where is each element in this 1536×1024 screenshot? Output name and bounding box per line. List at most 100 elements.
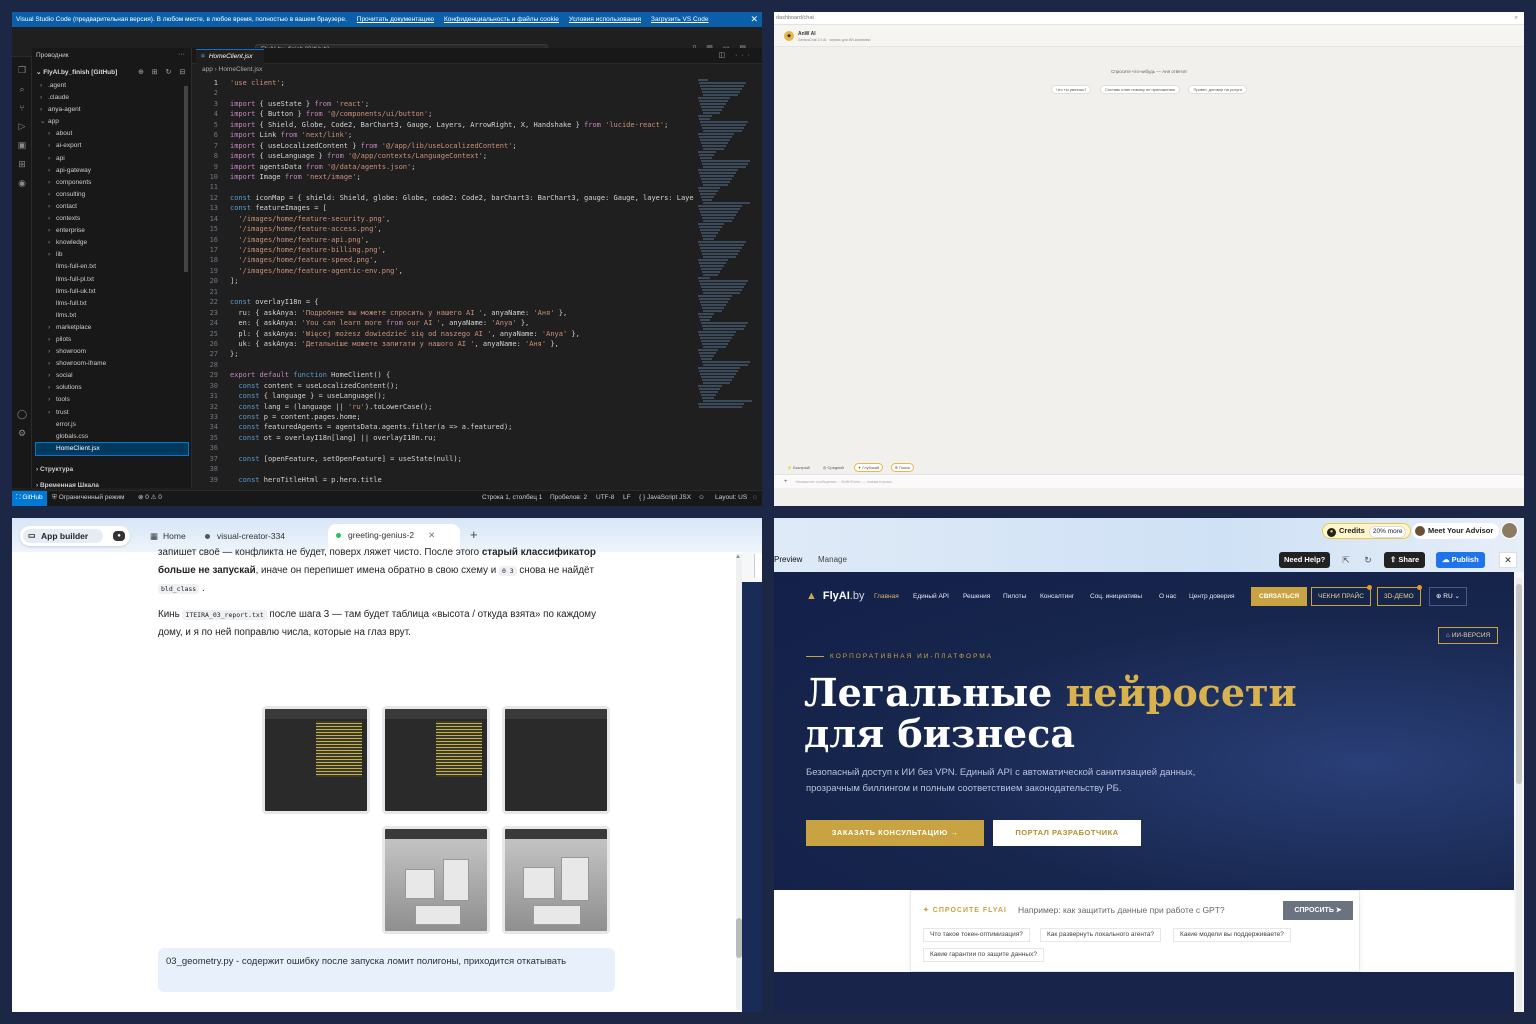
remote-icon[interactable]: ⊞ xyxy=(12,159,32,170)
file-tree-item[interactable]: HomeClient.jsx xyxy=(35,441,189,456)
message-input[interactable]: + Напишите сообщение... Shift+Enter — нов… xyxy=(774,474,1524,488)
code-line[interactable]: 35 const ot = overlayI18n[lang] || overl… xyxy=(192,433,697,443)
minimap[interactable] xyxy=(698,78,754,488)
file-tree-item[interactable]: › about xyxy=(36,128,188,140)
code-line[interactable]: 16 '/images/home/feature-api.png', xyxy=(192,235,697,245)
model-search[interactable]: ⊕ Поиск xyxy=(890,463,915,472)
code-line[interactable]: 13 const featureImages = [ xyxy=(192,203,697,213)
need-help-button[interactable]: Need Help? xyxy=(1279,552,1331,568)
code-line[interactable]: 6 import Link from 'next/link'; xyxy=(192,130,697,140)
run-debug-icon[interactable]: ▷ xyxy=(12,121,32,132)
account-icon[interactable]: ◯ xyxy=(12,409,32,420)
code-line[interactable]: 1 'use client'; xyxy=(192,78,697,88)
source-control-icon[interactable]: ⑂ xyxy=(12,103,32,113)
more-actions-icon[interactable]: ··· xyxy=(178,51,185,58)
file-tree-item[interactable]: › .claude xyxy=(36,92,188,104)
code-line[interactable]: 36 xyxy=(192,443,697,453)
file-tree-item[interactable]: › pilots xyxy=(36,334,188,346)
file-tree-item[interactable]: llms-full.txt xyxy=(36,298,188,310)
code-line[interactable]: 4 import { Button } from '@/components/ui… xyxy=(192,109,697,119)
problems-indicator[interactable]: ⊗ 0 ⚠ 0 xyxy=(138,491,162,505)
file-tree-item[interactable]: › anya-agent xyxy=(36,104,188,116)
explorer-icon[interactable]: ❐ xyxy=(12,65,32,76)
code-line[interactable]: 7 import { useLocalizedContent } from '@/… xyxy=(192,141,697,151)
nav-consulting[interactable]: Консалтинг xyxy=(1040,593,1074,600)
file-tree-item[interactable]: › enterprise xyxy=(36,225,188,237)
flyai-logo[interactable]: ▲ FlyAI.by xyxy=(806,590,864,602)
banner-docs-link[interactable]: Прочитать документацию xyxy=(357,16,434,23)
banner-close-icon[interactable]: ✕ xyxy=(750,14,758,25)
banner-privacy-link[interactable]: Конфиденциальность и файлы cookie xyxy=(444,16,559,23)
sidebar-scrollbar[interactable] xyxy=(184,86,188,272)
settings-gear-icon[interactable]: ⚙ xyxy=(12,428,32,439)
model-deep[interactable]: ✦ Глубокий xyxy=(853,463,884,472)
app-builder-toggle[interactable]: ▭ App builder ● xyxy=(20,526,130,546)
attachment-screenshot[interactable] xyxy=(382,706,490,814)
file-tree-item[interactable]: ⌄ app xyxy=(36,116,188,128)
code-line[interactable]: 21 xyxy=(192,287,697,297)
code-line[interactable]: 20]; xyxy=(192,276,697,286)
code-line[interactable]: 38 xyxy=(192,464,697,474)
attachment-screenshot[interactable] xyxy=(502,826,610,934)
suggestion-chip[interactable]: Составь план новому по приложению xyxy=(1099,85,1180,94)
code-line[interactable]: 17 '/images/home/feature-billing.png', xyxy=(192,245,697,255)
file-tree-item[interactable]: › trust xyxy=(36,407,188,419)
ask-submit-button[interactable]: СПРОСИТЬ ➤ xyxy=(1283,901,1353,920)
encoding[interactable]: UTF-8 xyxy=(596,491,614,505)
nav-solutions[interactable]: Решения xyxy=(963,593,990,600)
scroll-up-icon[interactable]: ▲ xyxy=(735,554,741,560)
file-tree-item[interactable]: › components xyxy=(36,177,188,189)
attach-plus-icon[interactable]: + xyxy=(784,479,788,485)
nav-pilots[interactable]: Пилоты xyxy=(1003,593,1026,600)
code-line[interactable]: 34 const featuredAgents = agentsData.age… xyxy=(192,422,697,432)
extensions-icon[interactable]: ▣ xyxy=(12,140,32,151)
indentation[interactable]: Пробелов: 2 xyxy=(550,491,587,505)
code-line[interactable]: 39 const heroTitleHtml = p.hero.title xyxy=(192,475,697,485)
publish-button[interactable]: ☁ Publish xyxy=(1436,552,1485,568)
attachment-screenshot[interactable] xyxy=(382,826,490,934)
code-line[interactable]: 37 const [openFeature, setOpenFeature] =… xyxy=(192,454,697,464)
model-medium[interactable]: ◎ Средний xyxy=(820,464,847,471)
file-tree-item[interactable]: › consulting xyxy=(36,189,188,201)
language-selector[interactable]: ⊕ RU ⌄ xyxy=(1429,587,1467,606)
code-line[interactable]: 11 xyxy=(192,182,697,192)
file-tree-item[interactable]: › showroom-iframe xyxy=(36,358,188,370)
suggestion-chip[interactable]: Привет, договор на услуги xyxy=(1188,85,1247,94)
ask-input[interactable]: Например: как защитить данные при работе… xyxy=(1018,905,1225,915)
breadcrumb[interactable]: app › HomeClient.jsx xyxy=(202,66,262,73)
nav-trust-center[interactable]: Центр доверия xyxy=(1189,593,1235,600)
file-tree-item[interactable]: › marketplace xyxy=(36,322,188,334)
code-line[interactable]: 28 xyxy=(192,360,697,370)
file-tree-item[interactable]: › knowledge xyxy=(36,237,188,249)
contact-button[interactable]: СВЯЗАТЬСЯ xyxy=(1251,587,1308,606)
code-line[interactable]: 27}; xyxy=(192,349,697,359)
code-line[interactable]: 12 const iconMap = { shield: Shield, glob… xyxy=(192,193,697,203)
app-builder-button[interactable]: ▭ App builder xyxy=(23,529,103,543)
search-icon[interactable]: ⌕ xyxy=(1515,12,1518,25)
file-tree-item[interactable]: llms-full-en.txt xyxy=(36,261,188,273)
file-tree-item[interactable]: globals.css xyxy=(36,431,188,443)
user-avatar[interactable] xyxy=(1501,522,1518,539)
new-tab-plus-icon[interactable]: + xyxy=(470,527,478,542)
nav-about[interactable]: О нас xyxy=(1159,593,1176,600)
code-line[interactable]: 26 uk: { askAnya: 'Детальніше можете зап… xyxy=(192,339,697,349)
tab-homeclient[interactable]: ⚛ HomeClient.jsx xyxy=(196,49,264,64)
open-external-icon[interactable]: ⇱ xyxy=(1338,552,1354,568)
code-line[interactable]: 29 export default function HomeClient() { xyxy=(192,370,697,380)
file-tree-item[interactable]: › api-gateway xyxy=(36,165,188,177)
cursor-position[interactable]: Строка 1, столбец 1 xyxy=(482,491,542,505)
code-line[interactable]: 5 import { Shield, Globe, Code2, BarChart… xyxy=(192,120,697,130)
file-tree-item[interactable]: › solutions xyxy=(36,382,188,394)
banner-download-link[interactable]: Загрузить VS Code xyxy=(651,16,709,23)
remote-indicator[interactable]: ⛶ GitHub xyxy=(12,491,47,506)
ai-version-button[interactable]: ⌂ ИИ-ВЕРСИЯ xyxy=(1438,627,1499,644)
developer-portal-button[interactable]: ПОРТАЛ РАЗРАБОТЧИКА xyxy=(993,820,1141,846)
close-preview-icon[interactable]: ✕ xyxy=(1499,552,1517,568)
price-button[interactable]: ЧЕКНИ ПРАЙС xyxy=(1311,585,1372,606)
restricted-mode[interactable]: ⛨ Ограниченный режим xyxy=(52,491,124,505)
code-line[interactable]: 33 const p = content.pages.home; xyxy=(192,412,697,422)
share-button[interactable]: ⇧ Share xyxy=(1384,552,1426,568)
file-tree-item[interactable]: › social xyxy=(36,370,188,382)
preview-scrollbar[interactable] xyxy=(1516,578,1522,1012)
nav-unified-api[interactable]: Единый API xyxy=(913,593,949,600)
